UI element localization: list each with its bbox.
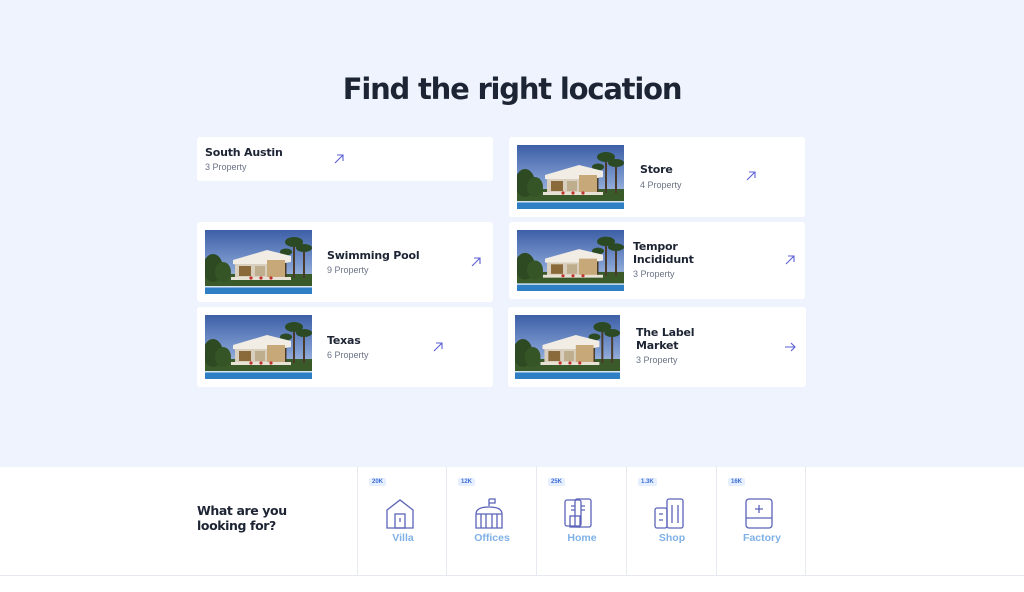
location-count: 4 Property xyxy=(640,180,682,190)
location-count: 3 Property xyxy=(633,269,675,279)
arrow-up-right-icon[interactable] xyxy=(431,340,445,354)
page-title: Find the right location xyxy=(342,72,683,106)
category-home[interactable]: 25K Home xyxy=(536,467,626,576)
category-count-badge: 12K xyxy=(458,478,476,486)
location-card-store[interactable]: Store 4 Property xyxy=(509,137,805,217)
hero-section: Find the right location South Austin 3 P… xyxy=(0,0,1024,467)
category-villa[interactable]: 20K Villa xyxy=(357,467,447,576)
shop-icon xyxy=(653,496,685,530)
property-photo xyxy=(517,145,624,209)
property-photo xyxy=(205,315,312,379)
category-label: Home xyxy=(567,532,597,544)
offices-icon xyxy=(473,496,505,530)
property-photo xyxy=(205,230,312,294)
category-bar: What are you looking for? 20K Villa 12K … xyxy=(0,467,1024,576)
location-card-tempor-incididunt[interactable]: Tempor Incididunt 3 Property xyxy=(509,222,805,299)
location-count: 3 Property xyxy=(636,355,678,365)
factory-icon xyxy=(743,496,775,530)
location-card-the-label-market[interactable]: The Label Market 3 Property xyxy=(508,307,806,387)
location-title: South Austin xyxy=(205,146,283,159)
location-title: The Label Market xyxy=(636,326,695,352)
location-title: Swimming Pool xyxy=(327,249,420,262)
location-count: 3 Property xyxy=(205,162,247,172)
arrow-up-right-icon[interactable] xyxy=(783,253,797,267)
location-card-swimming-pool[interactable]: Swimming Pool 9 Property xyxy=(197,222,493,302)
location-title: Texas xyxy=(327,334,361,347)
category-label: Villa xyxy=(392,532,414,544)
arrow-up-right-icon[interactable] xyxy=(469,255,483,269)
arrow-up-right-icon[interactable] xyxy=(744,169,758,183)
property-photo xyxy=(515,315,620,379)
arrow-up-right-icon[interactable] xyxy=(332,152,346,166)
location-title: Store xyxy=(640,163,673,176)
category-label: Shop xyxy=(658,532,686,544)
category-count-badge: 16K xyxy=(728,478,746,486)
arrow-right-icon[interactable] xyxy=(783,340,797,354)
property-photo xyxy=(517,230,624,291)
category-count-badge: 20K xyxy=(369,478,387,486)
category-factory[interactable]: 16K Factory xyxy=(716,467,806,576)
location-title: Tempor Incididunt xyxy=(633,240,694,266)
location-card-south-austin[interactable]: South Austin 3 Property xyxy=(197,137,493,181)
location-count: 6 Property xyxy=(327,350,369,360)
villa-icon xyxy=(384,496,416,530)
category-count-badge: 25K xyxy=(548,478,566,486)
category-question: What are you looking for? xyxy=(197,503,287,533)
location-card-texas[interactable]: Texas 6 Property xyxy=(197,307,493,387)
category-shop[interactable]: 1.3K Shop xyxy=(626,467,716,576)
category-label: Offices xyxy=(474,532,510,544)
location-count: 9 Property xyxy=(327,265,369,275)
category-label: Factory xyxy=(743,532,781,544)
category-count-badge: 1.3K xyxy=(638,478,657,486)
home-icon xyxy=(563,496,595,530)
category-offices[interactable]: 12K Offices xyxy=(446,467,536,576)
